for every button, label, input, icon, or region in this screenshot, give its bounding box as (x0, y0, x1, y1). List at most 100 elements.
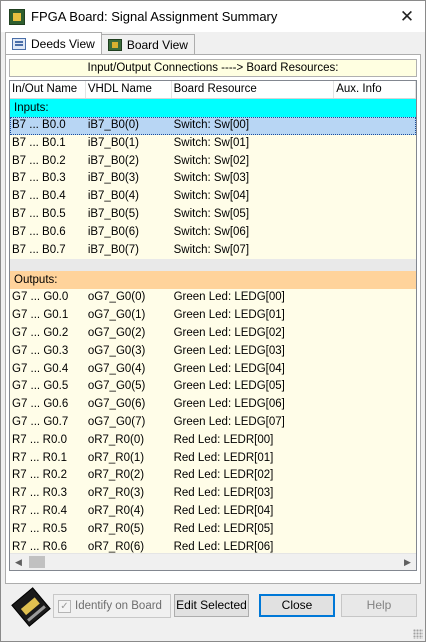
aux-info-cell (334, 170, 416, 188)
board-resource-cell: Red Led: LEDR[02] (173, 469, 274, 482)
board-resource-cell: Switch: Sw[07] (173, 243, 250, 256)
table-row[interactable]: R7 ... R0.4 oR7_R0(4) Red Led: LEDR[04] (10, 502, 416, 521)
inout-name-cell: R7 ... R0.3 (12, 487, 67, 500)
close-icon[interactable]: ✕ (389, 2, 425, 32)
tab-deeds-view[interactable]: Deeds View (5, 32, 102, 54)
inout-name-cell: G7 ... G0.3 (12, 344, 69, 357)
scroll-left-icon[interactable]: ◀ (10, 554, 27, 571)
table-row[interactable]: G7 ... G0.6 oG7_G0(6) Green Led: LEDG[06] (10, 396, 416, 414)
table-header: In/Out Name VHDL Name Board Resource Aux… (10, 81, 416, 99)
aux-info-cell (334, 289, 416, 307)
board-resource-cell: Switch: Sw[02] (173, 154, 250, 167)
column-header-board-resource[interactable]: Board Resource (172, 81, 335, 98)
scroll-thumb[interactable] (29, 555, 45, 568)
board-resource-cell: Switch: Sw[00] (173, 119, 250, 131)
table-row[interactable]: B7 ... B0.4 iB7_B0(4) Switch: Sw[04] (10, 188, 416, 206)
table-row[interactable]: G7 ... G0.1 oG7_G0(1) Green Led: LEDG[01] (10, 307, 416, 325)
inout-name-cell: B7 ... B0.0 (12, 119, 66, 131)
aux-info-cell (334, 135, 416, 153)
tab-label: Deeds View (31, 36, 95, 51)
output-rows: G7 ... G0.0 oG7_G0(0) Green Led: LEDG[00] G… (10, 289, 416, 570)
table-row[interactable]: R7 ... R0.1 oR7_R0(1) Red Led: LEDR[01] (10, 449, 416, 468)
table-row[interactable]: R7 ... R0.3 oR7_R0(3) Red Led: LEDR[03] (10, 485, 416, 503)
table-row[interactable]: B7 ... B0.3 iB7_B0(3) Switch: Sw[03] (10, 170, 416, 189)
vhdl-name-cell: oG7_G0(1) (87, 309, 146, 322)
aux-info-cell (334, 414, 416, 432)
vhdl-name-cell: oG7_G0(3) (87, 344, 146, 357)
inout-name-cell: B7 ... B0.1 (12, 136, 66, 149)
table-row[interactable]: G7 ... G0.0 oG7_G0(0) Green Led: LEDG[00] (10, 289, 416, 308)
board-icon (107, 38, 122, 51)
inout-name-cell: B7 ... B0.5 (12, 207, 66, 220)
tab-board-view[interactable]: Board View (100, 34, 195, 54)
vhdl-name-cell: iB7_B0(4) (87, 190, 139, 203)
resize-grip-icon[interactable] (413, 629, 423, 639)
table-row[interactable]: G7 ... G0.5 oG7_G0(5) Green Led: LEDG[05] (10, 378, 416, 397)
aux-info-cell (334, 117, 416, 135)
fpga-board-icon (11, 587, 51, 627)
table-row[interactable]: B7 ... B0.5 iB7_B0(5) Switch: Sw[05] (10, 205, 416, 224)
board-resource-cell: Switch: Sw[01] (173, 136, 250, 149)
scroll-track[interactable] (27, 554, 399, 571)
horizontal-scrollbar[interactable]: ◀ ▶ (10, 553, 416, 570)
close-button[interactable]: Close (259, 594, 335, 617)
edit-selected-button[interactable]: Edit Selected (174, 594, 249, 617)
identify-label: Identify on Board (75, 600, 162, 612)
table-row[interactable]: R7 ... R0.5 oR7_R0(5) Red Led: LEDR[05] (10, 520, 416, 539)
column-header-inout-name[interactable]: In/Out Name (10, 81, 86, 98)
aux-info-cell (334, 343, 416, 361)
table-row[interactable]: B7 ... B0.7 iB7_B0(7) Switch: Sw[07] (10, 241, 416, 260)
board-resource-cell: Green Led: LEDG[03] (173, 344, 285, 357)
table-row[interactable]: R7 ... R0.0 oR7_R0(0) Red Led: LEDR[00] (10, 431, 416, 450)
vhdl-name-cell: oR7_R0(3) (87, 487, 145, 500)
vhdl-name-cell: iB7_B0(2) (87, 154, 139, 167)
aux-info-cell (334, 467, 416, 485)
table-row[interactable]: B7 ... B0.2 iB7_B0(2) Switch: Sw[02] (10, 152, 416, 171)
table-row[interactable]: B7 ... B0.1 iB7_B0(1) Switch: Sw[01] (10, 134, 416, 153)
column-header-vhdl-name[interactable]: VHDL Name (86, 81, 172, 98)
inout-name-cell: R7 ... R0.1 (12, 451, 67, 464)
board-resource-cell: Red Led: LEDR[00] (173, 433, 274, 446)
table-row[interactable]: B7 ... B0.0 iB7_B0(0) Switch: Sw[00] (10, 117, 416, 135)
vhdl-name-cell: iB7_B0(6) (87, 225, 139, 238)
vhdl-name-cell: oR7_R0(5) (87, 522, 145, 535)
aux-info-cell (334, 206, 416, 224)
vhdl-name-cell: iB7_B0(0) (87, 119, 139, 131)
table-row[interactable]: R7 ... R0.2 oR7_R0(2) Red Led: LEDR[02] (10, 467, 416, 486)
vhdl-name-cell: oG7_G0(0) (87, 291, 146, 304)
identify-on-board-checkbox[interactable]: ✓ Identify on Board (53, 594, 171, 618)
table-row[interactable]: G7 ... G0.7 oG7_G0(7) Green Led: LEDG[07] (10, 413, 416, 432)
table-row[interactable]: G7 ... G0.4 oG7_G0(4) Green Led: LEDG[04] (10, 360, 416, 379)
board-resource-cell: Red Led: LEDR[05] (173, 522, 274, 535)
aux-info-cell (334, 396, 416, 414)
vhdl-name-cell: oG7_G0(6) (87, 398, 146, 411)
help-button[interactable]: Help (341, 594, 417, 617)
view-tabs: Deeds View Board View (5, 32, 195, 54)
table-row[interactable]: G7 ... G0.3 oG7_G0(3) Green Led: LEDG[03] (10, 342, 416, 361)
input-rows: B7 ... B0.0 iB7_B0(0) Switch: Sw[00] B7 ...… (10, 117, 416, 260)
aux-info-cell (334, 378, 416, 396)
board-resource-cell: Switch: Sw[05] (173, 207, 250, 220)
aux-info-cell (334, 503, 416, 521)
footer-bar: ✓ Identify on Board Edit Selected Close … (5, 587, 421, 634)
table-row[interactable]: B7 ... B0.6 iB7_B0(6) Switch: Sw[06] (10, 223, 416, 242)
board-resource-cell: Switch: Sw[06] (173, 225, 250, 238)
board-resource-cell: Green Led: LEDG[01] (173, 309, 285, 322)
scroll-right-icon[interactable]: ▶ (399, 554, 416, 571)
aux-info-cell (334, 361, 416, 379)
column-header-aux-info[interactable]: Aux. Info (334, 81, 416, 98)
board-resource-cell: Green Led: LEDG[07] (173, 415, 285, 428)
inout-name-cell: R7 ... R0.5 (12, 522, 67, 535)
inout-name-cell: G7 ... G0.6 (12, 398, 69, 411)
assignment-table: In/Out Name VHDL Name Board Resource Aux… (9, 80, 417, 571)
vhdl-name-cell: oG7_G0(5) (87, 380, 146, 393)
table-row[interactable]: G7 ... G0.2 oG7_G0(2) Green Led: LEDG[02] (10, 324, 416, 343)
vhdl-name-cell: oG7_G0(4) (87, 362, 146, 375)
vhdl-name-cell: iB7_B0(5) (87, 207, 139, 220)
aux-info-cell (334, 153, 416, 171)
vhdl-name-cell: oR7_R0(2) (87, 469, 145, 482)
vhdl-name-cell: iB7_B0(1) (87, 136, 139, 149)
vhdl-name-cell: iB7_B0(3) (87, 172, 139, 185)
list-icon (12, 37, 26, 50)
vhdl-name-cell: iB7_B0(7) (87, 243, 139, 256)
